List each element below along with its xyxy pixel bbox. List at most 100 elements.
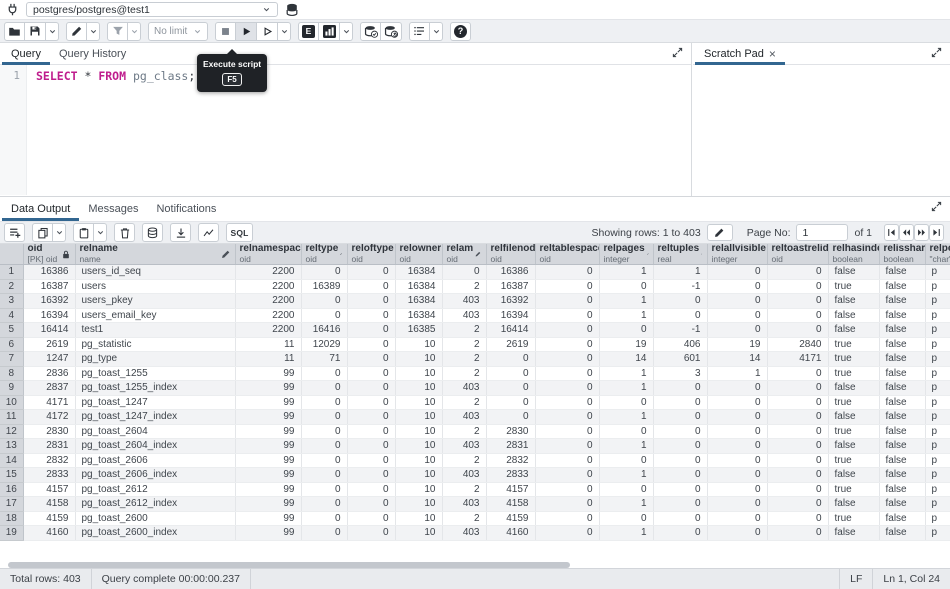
grid-cell[interactable]: 0 (599, 323, 653, 338)
grid-cell[interactable]: false (879, 279, 925, 294)
grid-cell[interactable]: 3 (653, 366, 707, 381)
grid-cell[interactable]: true (828, 424, 879, 439)
row-number[interactable]: 2 (0, 279, 23, 294)
grid-cell[interactable]: 0 (535, 395, 599, 410)
grid-cell[interactable]: -1 (653, 279, 707, 294)
column-header-reltype[interactable]: reltypeoid (301, 244, 347, 265)
grid-cell[interactable]: 0 (486, 410, 535, 425)
new-connection-button[interactable] (285, 3, 299, 17)
grid-cell[interactable]: false (879, 526, 925, 541)
grid-cell[interactable]: 2619 (23, 337, 75, 352)
grid-cell[interactable]: p (925, 265, 950, 280)
grid-cell[interactable]: 0 (347, 381, 395, 396)
grid-cell[interactable]: 2833 (23, 468, 75, 483)
grid-cell[interactable]: p (925, 308, 950, 323)
grid-cell[interactable]: false (828, 294, 879, 309)
grid-cell[interactable]: 2 (442, 395, 486, 410)
grid-cell[interactable]: 0 (707, 497, 767, 512)
grid-cell[interactable]: 0 (767, 308, 828, 323)
grid-cell[interactable]: 0 (767, 294, 828, 309)
grid-cell[interactable]: 0 (653, 410, 707, 425)
previous-page-button[interactable] (899, 224, 914, 241)
grid-cell[interactable]: 99 (235, 453, 301, 468)
execute-script-button[interactable] (236, 22, 257, 41)
column-header-oid[interactable]: oid[PK] oid (23, 244, 75, 265)
grid-cell[interactable]: false (879, 497, 925, 512)
grid-cell[interactable]: 2830 (23, 424, 75, 439)
execute-query-button[interactable] (257, 22, 278, 41)
grid-cell[interactable]: 0 (347, 424, 395, 439)
grid-cell[interactable]: 0 (301, 526, 347, 541)
grid-cell[interactable]: 0 (486, 381, 535, 396)
grid-cell[interactable]: false (879, 511, 925, 526)
grid-cell[interactable]: 16389 (301, 279, 347, 294)
column-header-relname[interactable]: relnamename (75, 244, 235, 265)
next-page-button[interactable] (914, 224, 929, 241)
grid-cell[interactable]: 403 (442, 294, 486, 309)
grid-cell[interactable]: true (828, 395, 879, 410)
grid-cell[interactable]: 601 (653, 352, 707, 367)
grid-cell[interactable]: 0 (707, 410, 767, 425)
grid-cell[interactable]: 0 (767, 482, 828, 497)
row-number[interactable]: 11 (0, 410, 23, 425)
grid-cell[interactable]: 2619 (486, 337, 535, 352)
grid-cell[interactable]: 2 (442, 482, 486, 497)
grid-cell[interactable]: 10 (395, 482, 442, 497)
grid-cell[interactable]: 10 (395, 366, 442, 381)
grid-cell[interactable]: p (925, 279, 950, 294)
grid-cell[interactable]: 0 (347, 294, 395, 309)
grid-cell[interactable]: users (75, 279, 235, 294)
grid-cell[interactable]: 10 (395, 424, 442, 439)
grid-cell[interactable]: p (925, 526, 950, 541)
grid-cell[interactable]: 2833 (486, 468, 535, 483)
grid-cell[interactable]: 0 (767, 323, 828, 338)
grid-cell[interactable]: 0 (535, 265, 599, 280)
grid-cell[interactable]: 0 (301, 453, 347, 468)
grid-cell[interactable]: pg_toast_2600_index (75, 526, 235, 541)
grid-cell[interactable]: 16394 (486, 308, 535, 323)
grid-cell[interactable]: 0 (301, 497, 347, 512)
grid-cell[interactable]: 4157 (486, 482, 535, 497)
commit-button[interactable] (360, 22, 381, 41)
grid-cell[interactable]: 0 (707, 265, 767, 280)
grid-cell[interactable]: 99 (235, 439, 301, 454)
grid-cell[interactable]: 0 (653, 511, 707, 526)
grid-cell[interactable]: 0 (767, 424, 828, 439)
grid-cell[interactable]: 403 (442, 381, 486, 396)
grid-cell[interactable]: 99 (235, 526, 301, 541)
column-header-relallvisible[interactable]: relallvisibleinteger (707, 244, 767, 265)
grid-cell[interactable]: false (879, 381, 925, 396)
expand-icon[interactable] (931, 201, 942, 212)
grid-cell[interactable]: 0 (653, 453, 707, 468)
grid-cell[interactable]: 0 (535, 323, 599, 338)
grid-cell[interactable]: 0 (767, 511, 828, 526)
grid-cell[interactable]: pg_toast_1247 (75, 395, 235, 410)
grid-cell[interactable]: false (828, 265, 879, 280)
add-row-button[interactable] (4, 223, 25, 242)
edit-range-button[interactable] (707, 224, 733, 241)
grid-cell[interactable]: 2837 (23, 381, 75, 396)
grid-cell[interactable]: 2200 (235, 294, 301, 309)
grid-cell[interactable]: 0 (301, 265, 347, 280)
download-button[interactable] (170, 223, 191, 242)
grid-cell[interactable]: 0 (707, 511, 767, 526)
grid-cell[interactable]: test1 (75, 323, 235, 338)
grid-cell[interactable]: pg_toast_1247_index (75, 410, 235, 425)
row-number[interactable]: 12 (0, 424, 23, 439)
copy-options-button[interactable] (53, 223, 66, 242)
paste-button[interactable] (73, 223, 94, 242)
grid-cell[interactable]: 11 (235, 337, 301, 352)
grid-cell[interactable]: 2832 (23, 453, 75, 468)
grid-cell[interactable]: p (925, 337, 950, 352)
grid-cell[interactable]: 0 (767, 395, 828, 410)
grid-cell[interactable]: true (828, 366, 879, 381)
save-file-button[interactable] (25, 22, 46, 41)
grid-cell[interactable]: true (828, 511, 879, 526)
grid-cell[interactable]: 10 (395, 526, 442, 541)
grid-cell[interactable]: 2 (442, 511, 486, 526)
grid-cell[interactable]: 10 (395, 497, 442, 512)
grid-cell[interactable]: 2832 (486, 453, 535, 468)
grid-cell[interactable]: 0 (347, 482, 395, 497)
select-all-corner[interactable] (0, 244, 23, 265)
grid-cell[interactable]: 0 (535, 352, 599, 367)
